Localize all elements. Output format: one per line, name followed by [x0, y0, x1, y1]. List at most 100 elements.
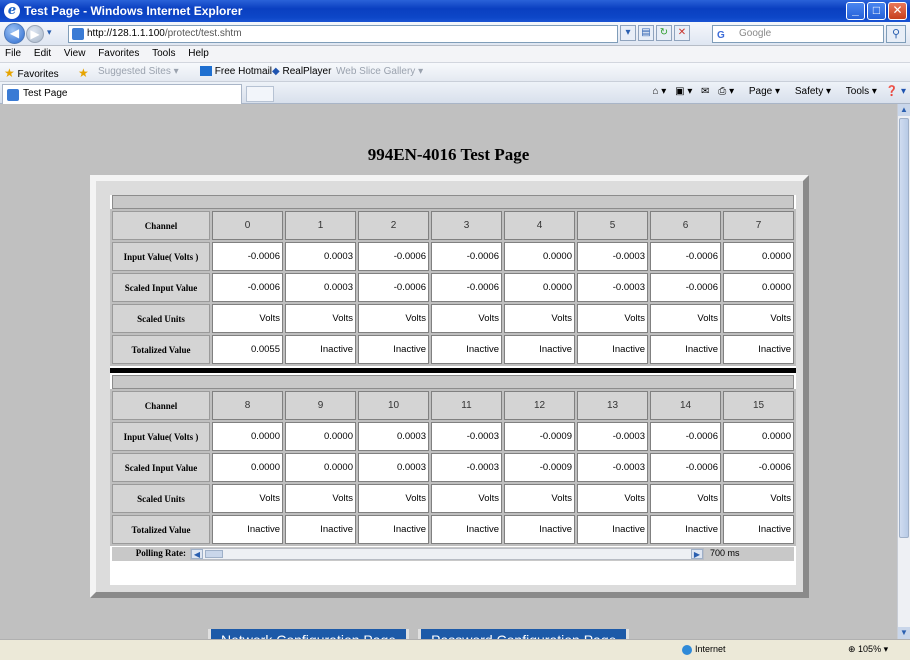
scroll-down-icon[interactable]: ▼: [898, 627, 910, 639]
slider-right-arrow-icon[interactable]: ▶: [691, 549, 703, 559]
channel-value-cell: -0.0006: [212, 273, 283, 302]
feeds-icon[interactable]: ▣ ▾: [675, 86, 692, 97]
channels-8-15-table: Channel 8 9 10 11 12 13 14 15 Input Value( Volts …: [110, 389, 796, 546]
channel-value-cell: 0.0003: [358, 453, 429, 482]
channel-number: 9: [285, 391, 356, 420]
channel-value-cell: Volts: [504, 304, 575, 333]
scroll-up-icon[interactable]: ▲: [898, 104, 910, 116]
safety-menu-label: Safety: [794, 86, 824, 97]
polling-rate-value: 700 ms: [710, 548, 740, 558]
channel-number: 13: [577, 391, 648, 420]
search-icon[interactable]: ⚲: [886, 25, 906, 43]
search-input[interactable]: G Google: [712, 25, 884, 43]
tab-bar: Test Page ⌂ ▾ ▣ ▾ ✉ ⎙ ▾ Page ▾ Safety ▾ …: [0, 82, 910, 104]
channel-value-cell: 0.0000: [723, 422, 794, 451]
channel-number: 5: [577, 211, 648, 240]
menu-help[interactable]: Help: [183, 46, 214, 61]
fav-suggested-sites[interactable]: Suggested Sites ▾: [98, 66, 179, 77]
channel-value-cell: Inactive: [577, 515, 648, 544]
channel-value-cell: Volts: [577, 484, 648, 513]
fav-realplayer[interactable]: ◆ RealPlayer: [272, 66, 331, 77]
safety-menu[interactable]: Safety ▾: [789, 86, 831, 97]
close-button[interactable]: ✕: [888, 2, 907, 20]
channel-value-cell: 0.0003: [285, 273, 356, 302]
back-button[interactable]: ◀: [4, 23, 25, 44]
tab-title: Test Page: [23, 88, 68, 99]
fav-free-hotmail[interactable]: Free Hotmail: [200, 66, 272, 77]
channel-value-cell: Inactive: [285, 335, 356, 364]
window-title: Test Page - Windows Internet Explorer: [24, 4, 243, 18]
channel-value-cell: Volts: [358, 304, 429, 333]
forward-button[interactable]: ▶: [26, 25, 44, 43]
add-favorite-icon[interactable]: ★: [78, 66, 89, 80]
channels-0-7-table: Channel 0 1 2 3 4 5 6 7 Input Value( Volts ) -0.00…: [110, 209, 796, 366]
help-icon[interactable]: ❓ ▾: [886, 86, 906, 97]
address-bar: ◀ ▶ ▾ http://128.1.1.100/protect/test.sh…: [0, 22, 910, 46]
security-zone: Internet: [682, 644, 726, 655]
history-dropdown-icon[interactable]: ▾: [47, 27, 52, 38]
search-placeholder: Google: [739, 28, 772, 39]
channel-number: 15: [723, 391, 794, 420]
compatibility-icon[interactable]: ▤: [638, 25, 654, 41]
channel-value-cell: -0.0003: [577, 242, 648, 271]
row-label: Scaled Input Value: [112, 273, 210, 302]
menu-view[interactable]: View: [59, 46, 91, 61]
channel-value-cell: Inactive: [577, 335, 648, 364]
channel-value-cell: -0.0006: [358, 242, 429, 271]
channel-value-cell: 0.0000: [285, 422, 356, 451]
vertical-scrollbar[interactable]: ▲ ▼: [897, 104, 910, 639]
tools-menu[interactable]: Tools ▾: [840, 86, 877, 97]
channel-value-cell: Volts: [650, 304, 721, 333]
polling-rate-slider[interactable]: ◀ ▶: [190, 548, 704, 560]
channel-value-cell: Inactive: [723, 515, 794, 544]
url-path: /protect/test.shtm: [164, 28, 242, 39]
slider-left-arrow-icon[interactable]: ◀: [191, 549, 203, 559]
page-title: 994EN-4016 Test Page: [367, 145, 530, 164]
minimize-button[interactable]: _: [846, 2, 865, 20]
polling-rate-row: Polling Rate: ◀ ▶ 700 ms: [112, 547, 794, 561]
channel-value-cell: 0.0000: [723, 242, 794, 271]
scroll-thumb[interactable]: [899, 118, 909, 538]
google-logo-icon: G: [717, 30, 725, 41]
channel-value-cell: Inactive: [723, 335, 794, 364]
tab-test-page[interactable]: Test Page: [2, 84, 242, 104]
channel-number: 1: [285, 211, 356, 240]
menu-file[interactable]: File: [0, 46, 26, 61]
row-label: Scaled Units: [112, 484, 210, 513]
network-config-button[interactable]: Network Configuration Page: [208, 629, 410, 639]
menu-bar: File Edit View Favorites Tools Help: [0, 46, 910, 63]
menu-favorites[interactable]: Favorites: [93, 46, 144, 61]
channel-value-cell: Inactive: [358, 335, 429, 364]
new-tab-button[interactable]: [246, 86, 274, 102]
favorites-button[interactable]: ★ Favorites: [4, 66, 59, 80]
group1-header-bar: [112, 195, 794, 209]
fav-suggested-sites-label: Suggested Sites: [98, 66, 171, 77]
url-field[interactable]: http://128.1.1.100/protect/test.shtm: [68, 25, 618, 43]
mail-icon[interactable]: ✉: [701, 86, 709, 97]
print-icon[interactable]: ⎙ ▾: [718, 86, 734, 97]
maximize-button[interactable]: □: [867, 2, 886, 20]
channel-row: Channel 8 9 10 11 12 13 14 15: [112, 391, 794, 420]
channel-value-cell: -0.0006: [431, 242, 502, 271]
refresh-icon[interactable]: ↻: [656, 25, 672, 41]
stop-icon[interactable]: ✕: [674, 25, 690, 41]
row-label: Channel: [112, 391, 210, 420]
channel-number: 4: [504, 211, 575, 240]
menu-tools[interactable]: Tools: [147, 46, 180, 61]
channel-number: 2: [358, 211, 429, 240]
zoom-level[interactable]: ⊕ 105% ▾: [848, 644, 888, 655]
channel-value-cell: 0.0000: [212, 422, 283, 451]
home-icon[interactable]: ⌂ ▾: [652, 86, 666, 97]
channel-value-cell: -0.0003: [577, 422, 648, 451]
page-menu[interactable]: Page ▾: [743, 86, 780, 97]
channel-value-cell: 0.0055: [212, 335, 283, 364]
channel-number: 10: [358, 391, 429, 420]
fav-free-hotmail-label: Free Hotmail: [214, 66, 273, 77]
channel-value-cell: Volts: [504, 484, 575, 513]
address-dropdown-icon[interactable]: ▾: [620, 25, 636, 41]
channel-value-cell: -0.0009: [504, 453, 575, 482]
menu-edit[interactable]: Edit: [29, 46, 56, 61]
password-config-button[interactable]: Password Configuration Page: [418, 629, 630, 639]
fav-web-slice-gallery[interactable]: Web Slice Gallery ▾: [336, 66, 423, 77]
slider-thumb[interactable]: [205, 550, 223, 558]
